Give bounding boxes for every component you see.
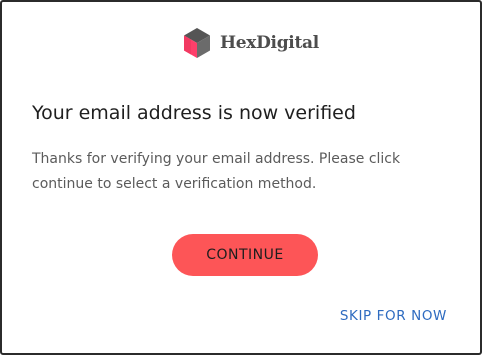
dialog-message: Thanks for verifying your email address.… [32,151,401,192]
verification-dialog: HexDigital Your email address is now ver… [0,0,482,355]
brand-logo: HexDigital [182,26,319,60]
hexagon-cube-icon [184,28,210,58]
continue-button[interactable]: CONTINUE [172,234,318,276]
brand-name: HexDigital [220,33,319,53]
dialog-title: Your email address is now verified [32,102,356,124]
skip-for-now-link[interactable]: SKIP FOR NOW [340,308,447,324]
